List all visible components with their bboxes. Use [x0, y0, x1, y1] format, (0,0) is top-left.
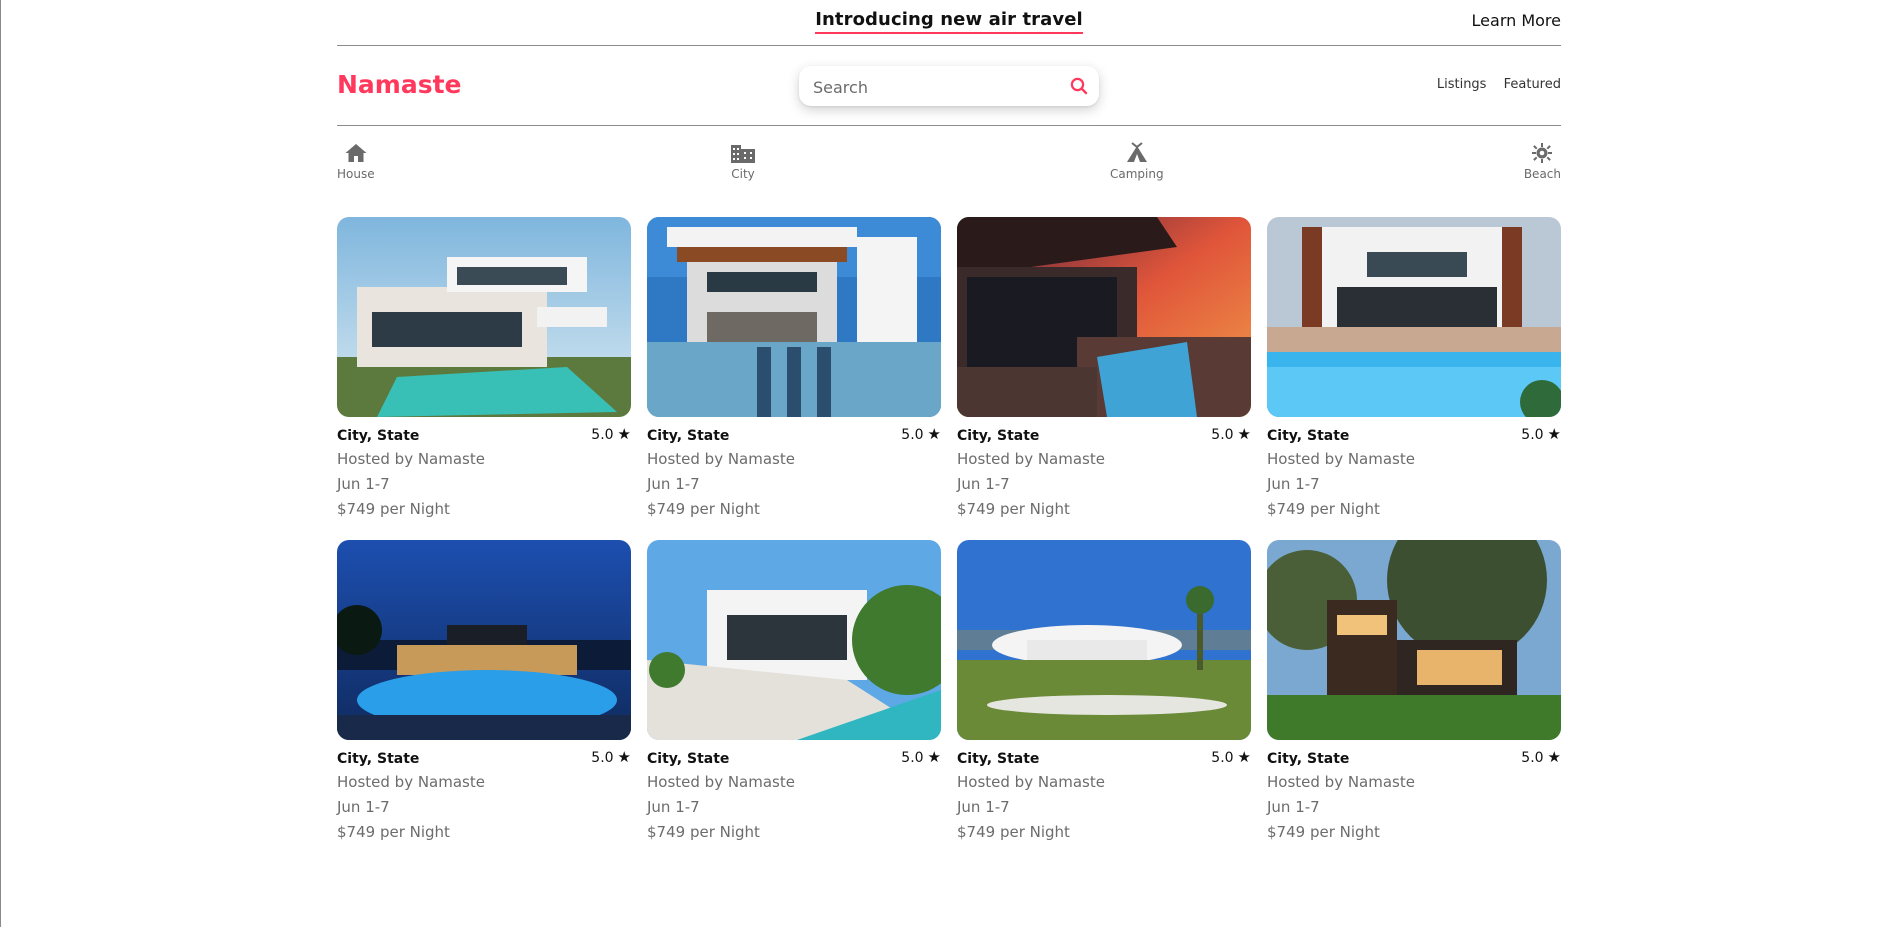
- window-edge: [0, 0, 1, 927]
- beach-icon: [1532, 143, 1553, 163]
- category-label: City: [731, 167, 755, 181]
- listing-location: City, State: [337, 428, 420, 444]
- listing-location: City, State: [957, 751, 1040, 767]
- house-icon: [345, 144, 367, 162]
- listing-host: Hosted by Namaste: [337, 773, 485, 791]
- logo[interactable]: Namaste: [337, 70, 462, 99]
- listing-rating: 5.0 ★: [901, 748, 941, 766]
- page-container: Introducing new air travel Learn More Na…: [337, 0, 1561, 841]
- listing-rating: 5.0 ★: [1521, 748, 1561, 766]
- listing-price: $749 per Night: [957, 823, 1070, 841]
- listing-host: Hosted by Namaste: [957, 773, 1105, 791]
- listing-card[interactable]: City, State 5.0 ★ Hosted by Namaste Jun 1…: [647, 540, 941, 843]
- listing-location: City, State: [647, 751, 730, 767]
- camping-icon: [1126, 142, 1147, 162]
- listing-rating: 5.0 ★: [901, 425, 941, 443]
- listing-location: City, State: [337, 751, 420, 767]
- listing-price: $749 per Night: [647, 823, 760, 841]
- listing-card[interactable]: City, State 5.0 ★ Hosted by Namaste Jun 1…: [337, 540, 631, 843]
- listing-card[interactable]: City, State 5.0 ★ Hosted by Namaste Jun 1…: [1267, 217, 1561, 520]
- star-icon: ★: [1237, 425, 1251, 443]
- category-city[interactable]: City: [730, 142, 756, 181]
- nav-links: Listings Featured: [1424, 77, 1561, 92]
- listing-price: $749 per Night: [337, 500, 450, 518]
- listing-card[interactable]: City, State 5.0 ★ Hosted by Namaste Jun 1…: [337, 217, 631, 520]
- listing-dates: Jun 1-7: [957, 475, 1010, 493]
- star-icon: ★: [927, 425, 941, 443]
- announcement-banner: Introducing new air travel Learn More: [337, 0, 1561, 46]
- listing-rating: 5.0 ★: [591, 748, 631, 766]
- listing-price: $749 per Night: [337, 823, 450, 841]
- listing-price: $749 per Night: [1267, 823, 1380, 841]
- category-label: Camping: [1110, 167, 1164, 181]
- star-icon: ★: [927, 748, 941, 766]
- listing-dates: Jun 1-7: [1267, 798, 1320, 816]
- listing-photo[interactable]: [647, 217, 941, 417]
- category-beach[interactable]: Beach: [1524, 142, 1561, 181]
- listing-host: Hosted by Namaste: [337, 450, 485, 468]
- listing-photo[interactable]: [1267, 540, 1561, 740]
- listing-photo[interactable]: [1267, 217, 1561, 417]
- listing-location: City, State: [957, 428, 1040, 444]
- category-bar: House City Camping Beach: [337, 126, 1561, 218]
- listing-host: Hosted by Namaste: [1267, 773, 1415, 791]
- listing-photo[interactable]: [337, 217, 631, 417]
- listing-location: City, State: [1267, 751, 1350, 767]
- listing-location: City, State: [1267, 428, 1350, 444]
- listing-card[interactable]: City, State 5.0 ★ Hosted by Namaste Jun 1…: [1267, 540, 1561, 843]
- listing-photo[interactable]: [957, 217, 1251, 417]
- city-icon: [731, 145, 755, 163]
- category-camping[interactable]: Camping: [1110, 142, 1164, 181]
- listing-rating: 5.0 ★: [1521, 425, 1561, 443]
- listing-rating: 5.0 ★: [1211, 425, 1251, 443]
- search-bar: [799, 66, 1099, 106]
- listing-host: Hosted by Namaste: [647, 450, 795, 468]
- listing-price: $749 per Night: [1267, 500, 1380, 518]
- listing-host: Hosted by Namaste: [1267, 450, 1415, 468]
- listing-dates: Jun 1-7: [1267, 475, 1320, 493]
- category-label: Beach: [1523, 167, 1561, 181]
- listing-host: Hosted by Namaste: [647, 773, 795, 791]
- listing-location: City, State: [647, 428, 730, 444]
- listing-photo[interactable]: [957, 540, 1251, 740]
- nav-listings-link[interactable]: Listings: [1437, 77, 1487, 92]
- star-icon: ★: [1237, 748, 1251, 766]
- star-icon: ★: [1547, 748, 1561, 766]
- banner-title[interactable]: Introducing new air travel: [815, 9, 1083, 34]
- category-house[interactable]: House: [337, 142, 375, 181]
- listing-card[interactable]: City, State 5.0 ★ Hosted by Namaste Jun 1…: [647, 217, 941, 520]
- listing-card[interactable]: City, State 5.0 ★ Hosted by Namaste Jun 1…: [957, 540, 1251, 843]
- star-icon: ★: [617, 425, 631, 443]
- search-input[interactable]: [811, 76, 1055, 98]
- category-label: House: [337, 167, 375, 181]
- nav-featured-link[interactable]: Featured: [1504, 77, 1561, 92]
- star-icon: ★: [617, 748, 631, 766]
- listing-dates: Jun 1-7: [337, 475, 390, 493]
- listing-dates: Jun 1-7: [647, 798, 700, 816]
- listing-dates: Jun 1-7: [957, 798, 1010, 816]
- listing-host: Hosted by Namaste: [957, 450, 1105, 468]
- listing-price: $749 per Night: [647, 500, 760, 518]
- listing-rating: 5.0 ★: [1211, 748, 1251, 766]
- learn-more-link[interactable]: Learn More: [1472, 11, 1561, 30]
- search-icon[interactable]: [1069, 76, 1089, 96]
- listing-photo[interactable]: [337, 540, 631, 740]
- listing-dates: Jun 1-7: [337, 798, 390, 816]
- listing-rating: 5.0 ★: [591, 425, 631, 443]
- listing-card[interactable]: City, State 5.0 ★ Hosted by Namaste Jun 1…: [957, 217, 1251, 520]
- listing-price: $749 per Night: [957, 500, 1070, 518]
- listing-photo[interactable]: [647, 540, 941, 740]
- listing-dates: Jun 1-7: [647, 475, 700, 493]
- site-header: Namaste Listings Featured: [337, 46, 1561, 126]
- star-icon: ★: [1547, 425, 1561, 443]
